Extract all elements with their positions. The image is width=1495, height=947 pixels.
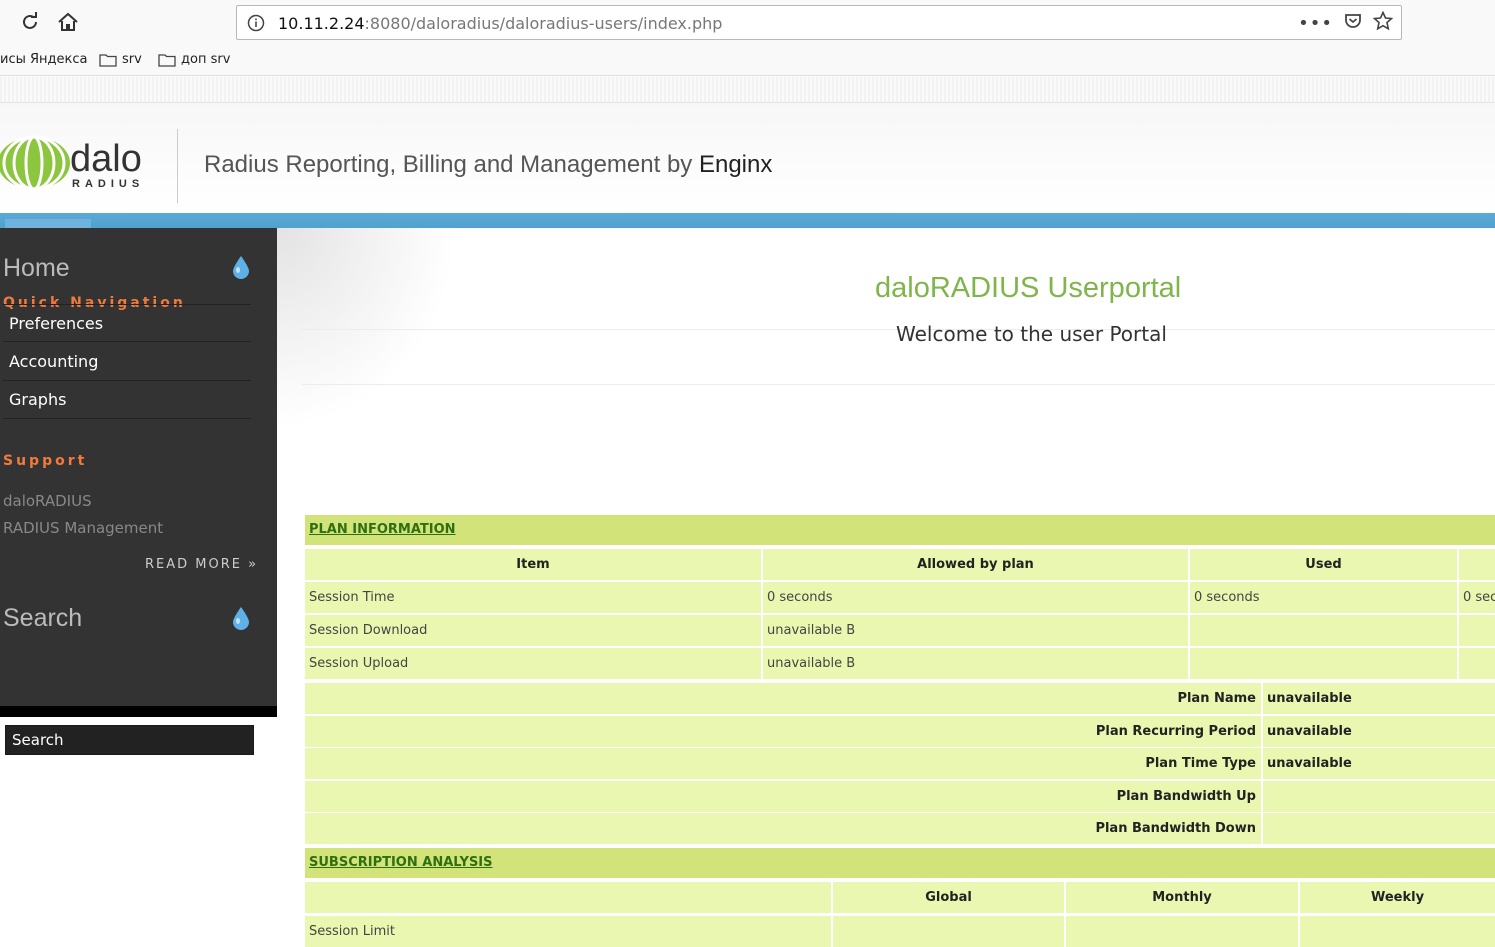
support-label: Support — [3, 453, 88, 469]
dalo-logo[interactable]: dalo RADIUS — [0, 133, 160, 195]
top-stripe — [0, 77, 1495, 103]
site-header: dalo RADIUS Radius Reporting, Billing an… — [0, 103, 1495, 213]
drop-icon — [233, 256, 249, 279]
table-cell: Session Download — [305, 615, 761, 646]
plan-detail-label: Plan Time Type — [305, 748, 1261, 779]
info-icon[interactable] — [247, 14, 265, 36]
folder-icon — [99, 53, 117, 67]
sidebar-item-preferences[interactable]: Preferences — [3, 304, 251, 342]
url-text[interactable]: 10.11.2.24:8080/daloradius/daloradius-us… — [278, 14, 722, 33]
table-cell: unavailable B — [763, 615, 1188, 646]
reload-icon[interactable] — [16, 8, 44, 36]
bookmarks-bar: исы Яндекса srv доп srv — [0, 44, 1495, 76]
subscription-analysis-header: SUBSCRIPTION ANALYSIS — [305, 848, 1495, 878]
plan-detail-label: Plan Recurring Period — [305, 716, 1261, 747]
table-cell: 0 seconds — [1190, 582, 1457, 613]
table-cell — [1190, 648, 1457, 679]
plan-detail-label: Plan Bandwidth Down — [305, 813, 1261, 844]
page-title: daloRADIUS Userportal — [875, 272, 1182, 304]
folder-icon — [158, 53, 176, 67]
address-bar[interactable]: 10.11.2.24:8080/daloradius/daloradius-us… — [236, 5, 1402, 40]
subscription-analysis-link[interactable]: SUBSCRIPTION ANALYSIS — [309, 855, 493, 870]
welcome-text: Welcome to the user Portal — [896, 322, 1167, 346]
sidebar: Home Quick Navigation Preferences Accoun… — [0, 228, 277, 755]
plan-col-item: Item — [305, 549, 761, 580]
table-cell: Session Time — [305, 582, 761, 613]
plan-detail-value: unavailable — [1263, 748, 1495, 779]
search-title: Search — [3, 604, 83, 632]
plan-detail-label: Plan Name — [305, 683, 1261, 714]
plan-detail-label: Plan Bandwidth Up — [305, 781, 1261, 812]
drop-icon — [233, 607, 249, 630]
plan-information-header: PLAN INFORMATION — [305, 515, 1495, 545]
sidebar-footer — [0, 706, 277, 717]
plan-detail-value: unavailable — [1263, 716, 1495, 747]
read-more-link[interactable]: READ MORE » — [145, 557, 258, 572]
sidebar-item-accounting[interactable]: Accounting — [3, 343, 251, 381]
table-cell: 0 seconds — [763, 582, 1188, 613]
plan-col-allowed: Allowed by plan — [763, 549, 1188, 580]
table-cell: Session Upload — [305, 648, 761, 679]
bookmark-srv[interactable]: srv — [99, 52, 142, 67]
logo-sub: RADIUS — [72, 178, 144, 190]
site-tagline: Radius Reporting, Billing and Management… — [204, 151, 773, 178]
table-cell — [1459, 615, 1495, 646]
table-cell — [1459, 648, 1495, 679]
star-icon[interactable] — [1372, 10, 1394, 35]
plan-information-link[interactable]: PLAN INFORMATION — [309, 522, 456, 537]
sidebar-item-graphs[interactable]: Graphs — [3, 381, 251, 419]
pocket-icon[interactable] — [1343, 11, 1363, 35]
table-cell: 0 sec — [1459, 582, 1495, 613]
divider — [302, 384, 1495, 385]
plan-col-used: Used — [1190, 549, 1457, 580]
plan-detail-value — [1263, 813, 1495, 844]
search-input[interactable]: Search — [5, 725, 254, 755]
more-actions-icon[interactable]: ••• — [1298, 13, 1333, 34]
content-shade — [277, 228, 457, 428]
plan-detail-value — [1263, 781, 1495, 812]
main-content: daloRADIUS Userportal Welcome to the use… — [277, 228, 1495, 878]
support-line: RADIUS Management — [3, 519, 164, 537]
logo-text: dalo — [70, 138, 142, 180]
browser-toolbar: 10.11.2.24:8080/daloradius/daloradius-us… — [0, 0, 1495, 44]
table-cell — [1190, 615, 1457, 646]
home-icon[interactable] — [54, 8, 82, 36]
bookmark-yandex[interactable]: исы Яндекса — [0, 52, 87, 67]
bookmark-dop-srv[interactable]: доп srv — [158, 52, 230, 67]
plan-col-extra — [1459, 549, 1495, 580]
support-line: daloRADIUS — [3, 492, 92, 510]
plan-detail-value: unavailable — [1263, 683, 1495, 714]
sidebar-title: Home — [3, 254, 70, 282]
table-cell: unavailable B — [763, 648, 1188, 679]
header-divider — [177, 129, 178, 203]
